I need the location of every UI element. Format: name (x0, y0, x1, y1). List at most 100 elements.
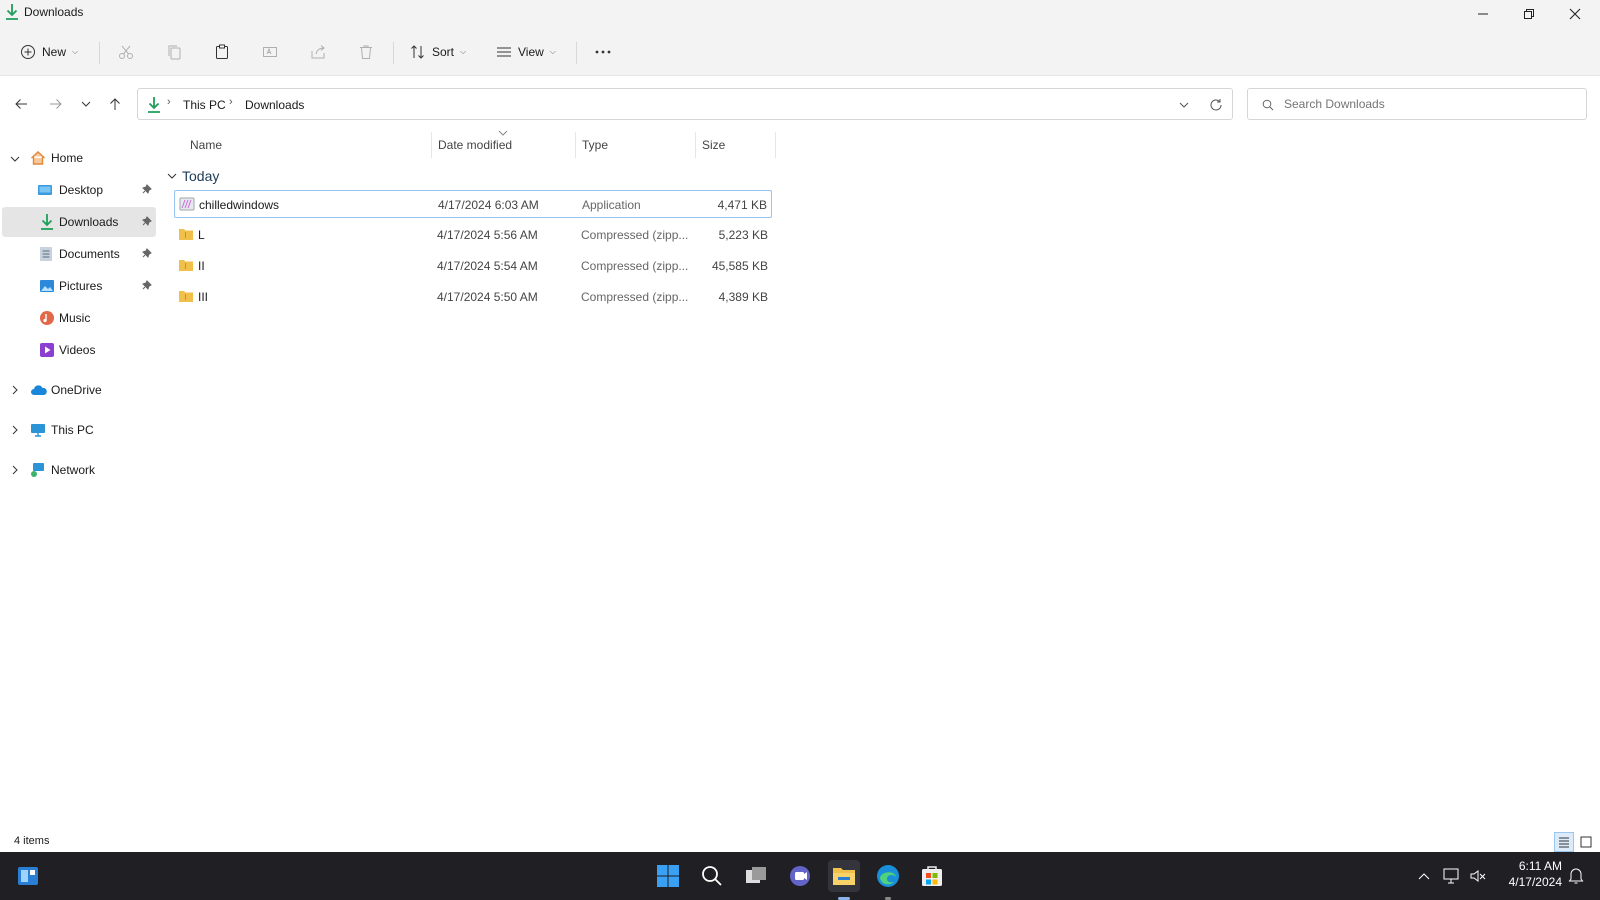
item-count: 4 items (14, 835, 50, 847)
arrow-left-icon (15, 99, 27, 109)
chevron-right-icon[interactable] (10, 385, 20, 395)
chevron-down-icon[interactable] (167, 171, 177, 181)
refresh-icon[interactable] (1209, 98, 1223, 112)
file-date: 4/17/2024 5:50 AM (437, 290, 538, 304)
file-size: 4,471 KB (717, 198, 767, 212)
search-input[interactable] (1284, 95, 1574, 113)
breadcrumb-chevron-icon: › (229, 96, 233, 108)
task-view-button[interactable] (740, 860, 772, 892)
search-box[interactable] (1247, 88, 1587, 120)
sidebar-item-onedrive[interactable]: OneDrive (2, 375, 156, 405)
widgets-button[interactable] (12, 860, 44, 892)
file-row[interactable]: II 4/17/2024 5:54 AM Compressed (zipp...… (174, 252, 772, 280)
network-status-button[interactable] (1440, 860, 1464, 892)
copy-button[interactable] (160, 36, 188, 68)
sidebar-item-home[interactable]: Home (2, 143, 156, 173)
teams-chat-button[interactable] (784, 860, 816, 892)
up-button[interactable] (101, 90, 129, 118)
breadcrumb-downloads[interactable]: Downloads (245, 98, 304, 112)
file-type: Compressed (zipp... (581, 290, 689, 304)
sidebar-item-desktop[interactable]: Desktop (2, 175, 156, 205)
minimize-button[interactable] (1460, 0, 1506, 28)
forward-button[interactable] (42, 90, 70, 118)
column-divider[interactable] (695, 132, 696, 158)
restore-button[interactable] (1506, 0, 1552, 28)
widgets-icon (18, 867, 38, 885)
zip-folder-icon (179, 229, 193, 240)
pin-icon[interactable] (142, 280, 152, 290)
documents-icon (40, 247, 52, 261)
column-divider[interactable] (775, 132, 776, 158)
delete-button[interactable] (352, 36, 380, 68)
download-icon (148, 97, 160, 113)
desktop-icon (38, 185, 52, 195)
pin-icon[interactable] (142, 248, 152, 258)
back-button[interactable] (7, 90, 35, 118)
view-label: View (518, 45, 544, 59)
sidebar-item-videos[interactable]: Videos (2, 335, 156, 365)
paste-button[interactable] (208, 36, 236, 68)
view-button[interactable]: View ⌵ (490, 36, 562, 68)
notifications-button[interactable] (1564, 860, 1588, 892)
chevron-up-icon (1418, 873, 1430, 880)
show-hidden-icons-button[interactable] (1412, 860, 1436, 892)
edge-button[interactable] (872, 860, 904, 892)
new-button[interactable]: New ⌵ (14, 36, 84, 68)
more-options-button[interactable] (588, 36, 618, 68)
file-explorer-button[interactable] (828, 860, 860, 892)
column-header-name[interactable]: Name (190, 138, 222, 152)
more-icon (595, 50, 611, 54)
address-bar[interactable]: › This PC › Downloads (137, 88, 1233, 120)
file-row[interactable]: L 4/17/2024 5:56 AM Compressed (zipp... … (174, 221, 772, 249)
column-header-type[interactable]: Type (582, 138, 608, 152)
chevron-right-icon[interactable] (10, 465, 20, 475)
sidebar-item-documents[interactable]: Documents (2, 239, 156, 269)
cut-button[interactable] (112, 36, 140, 68)
sort-descending-icon (498, 130, 508, 136)
volume-muted-icon (1470, 870, 1486, 882)
column-header-date-modified[interactable]: Date modified (438, 138, 512, 152)
sort-icon (411, 45, 424, 59)
group-header-today[interactable]: Today (182, 168, 219, 184)
rename-button[interactable] (256, 36, 284, 68)
store-button[interactable] (916, 860, 948, 892)
sort-button[interactable]: Sort ⌵ (404, 36, 472, 68)
minimize-icon (1478, 13, 1488, 15)
sidebar-item-label: This PC (51, 423, 94, 437)
column-header-size[interactable]: Size (702, 138, 725, 152)
pin-icon[interactable] (142, 216, 152, 226)
clock-time: 6:11 AM (1518, 859, 1562, 873)
sidebar-item-pictures[interactable]: Pictures (2, 271, 156, 301)
search-button[interactable] (696, 860, 728, 892)
chevron-down-icon[interactable] (10, 154, 20, 164)
download-icon (41, 214, 53, 230)
sidebar-item-downloads[interactable]: Downloads (2, 207, 156, 237)
task-view-icon (746, 867, 766, 883)
sidebar-item-this-pc[interactable]: This PC (2, 415, 156, 445)
tiles-view-button[interactable] (1576, 832, 1596, 852)
column-divider[interactable] (431, 132, 432, 158)
music-icon (40, 311, 54, 325)
chat-icon (790, 866, 810, 886)
breadcrumb-this-pc[interactable]: This PC (183, 98, 226, 112)
sidebar-item-network[interactable]: Network (2, 455, 156, 485)
file-row[interactable]: III 4/17/2024 5:50 AM Compressed (zipp..… (174, 283, 772, 311)
start-button[interactable] (652, 860, 684, 892)
status-bar: 4 items (0, 832, 1600, 852)
chevron-down-icon: ⌵ (549, 47, 556, 56)
chevron-right-icon[interactable] (10, 425, 20, 435)
close-button[interactable] (1552, 0, 1598, 28)
clock[interactable]: 6:11 AM 4/17/2024 (1494, 858, 1562, 894)
download-icon (6, 4, 18, 20)
share-button[interactable] (304, 36, 332, 68)
volume-button[interactable] (1466, 860, 1490, 892)
file-row[interactable]: chilledwindows 4/17/2024 6:03 AM Applica… (174, 190, 772, 218)
details-view-icon (1559, 837, 1569, 848)
pin-icon[interactable] (142, 184, 152, 194)
file-size: 4,389 KB (718, 290, 768, 304)
details-view-button[interactable] (1554, 832, 1574, 852)
column-divider[interactable] (575, 132, 576, 158)
sidebar-item-music[interactable]: Music (2, 303, 156, 333)
chevron-down-icon[interactable] (1178, 99, 1190, 111)
recent-locations-button[interactable] (72, 90, 100, 118)
